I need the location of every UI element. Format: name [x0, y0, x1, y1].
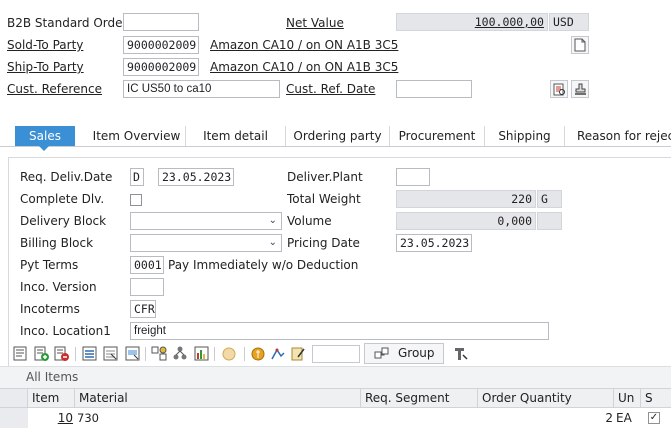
row-selector[interactable] — [0, 408, 28, 428]
volume-field: 0,000 — [396, 212, 536, 230]
pricing-icon[interactable] — [221, 345, 238, 362]
pyt-terms-description: Pay Immediately w/o Deduction — [168, 258, 359, 272]
toolbar-divider — [145, 347, 146, 361]
text-edit-icon[interactable] — [290, 345, 307, 362]
configuration-icon[interactable] — [151, 345, 168, 362]
items-title-bar: All Items — [0, 366, 671, 389]
unit-cell[interactable]: EA — [616, 408, 641, 428]
stamp-icon[interactable] — [571, 80, 589, 98]
deliver-plant-field[interactable] — [396, 168, 430, 186]
net-value-label: Net Value — [286, 16, 344, 30]
req-segment-cell[interactable] — [361, 408, 478, 428]
incoterms-field[interactable]: CFR — [130, 300, 156, 318]
table-row[interactable]: 10 730 2 EA ✓ — [0, 408, 671, 428]
cust-ref-date-field[interactable] — [396, 80, 472, 98]
total-weight-label: Total Weight — [287, 192, 361, 206]
tab-strip: Sales Item Overview Item detail Ordering… — [0, 124, 671, 147]
select-block-icon[interactable] — [124, 345, 141, 362]
availability-icon[interactable] — [193, 345, 210, 362]
req-deliv-date-field[interactable]: 23.05.2023 — [158, 168, 234, 186]
column-header-material[interactable]: Material — [75, 388, 361, 408]
inco-location-label: Inco. Location1 — [20, 324, 111, 338]
delivery-block-dropdown[interactable]: ⌄ — [130, 212, 282, 230]
group-button-label: Group — [398, 346, 435, 360]
structure-icon[interactable] — [172, 345, 189, 362]
cust-reference-field[interactable]: IC US50 to ca10 — [123, 80, 280, 98]
billing-block-label: Billing Block — [20, 236, 94, 250]
sold-to-label: Sold-To Party — [7, 38, 84, 52]
tab-procurement[interactable]: Procurement — [390, 126, 485, 146]
pricing-date-label: Pricing Date — [287, 236, 360, 250]
volume-unit-field — [537, 212, 562, 230]
complete-dlv-label: Complete Dlv. — [20, 192, 105, 206]
order-number-field[interactable] — [123, 13, 199, 31]
order-quantity-cell[interactable]: 2 — [478, 408, 614, 428]
weight-unit-field: G — [537, 190, 562, 208]
tab-ordering-party[interactable]: Ordering party — [286, 126, 390, 146]
document-icon[interactable] — [571, 36, 589, 54]
delete-row-icon[interactable] — [53, 345, 70, 362]
inco-location-field[interactable]: freight — [130, 322, 549, 340]
billing-block-dropdown[interactable]: ⌄ — [130, 234, 282, 252]
deselect-all-icon[interactable] — [102, 345, 119, 362]
tab-shipping[interactable]: Shipping — [485, 126, 565, 146]
delivery-block-label: Delivery Block — [20, 214, 107, 228]
schedule-lines-icon[interactable] — [270, 345, 287, 362]
net-value-field: 100.000,00 — [396, 13, 548, 31]
toolbar-input[interactable] — [312, 345, 360, 363]
cust-reference-label: Cust. Reference — [7, 82, 102, 96]
display-document-icon[interactable] — [550, 80, 568, 98]
toolbar-divider — [214, 347, 215, 361]
incoterms-label: Incoterms — [20, 302, 80, 316]
insert-row-icon[interactable] — [33, 345, 50, 362]
sold-to-description[interactable]: Amazon CA10 / on ON A1B 3C5 — [210, 38, 398, 52]
item-number[interactable]: 10 — [28, 408, 75, 428]
items-title: All Items — [26, 370, 79, 384]
details-icon[interactable] — [12, 345, 29, 362]
pyt-terms-label: Pyt Terms — [20, 258, 79, 272]
tab-sales[interactable]: Sales — [15, 126, 75, 146]
tools-icon[interactable] — [452, 345, 469, 362]
column-header-order-quantity[interactable]: Order Quantity — [478, 388, 614, 408]
inco-version-label: Inco. Version — [20, 280, 97, 294]
material-cell[interactable]: 730 — [77, 408, 361, 428]
chevron-down-icon: ⌄ — [268, 215, 277, 226]
complete-dlv-checkbox[interactable] — [130, 194, 142, 206]
deliver-plant-label: Deliver.Plant — [287, 170, 363, 184]
column-header-unit[interactable]: Un — [614, 388, 641, 408]
group-icon — [374, 346, 390, 364]
pricing-date-field[interactable]: 23.05.2023 — [396, 234, 472, 252]
req-deliv-date-label: Req. Deliv.Date — [20, 170, 113, 184]
column-header-req-segment[interactable]: Req. Segment — [361, 388, 478, 408]
tab-item-detail[interactable]: Item detail — [186, 126, 286, 146]
order-type-label: B2B Standard Order — [7, 16, 128, 30]
toolbar-divider — [75, 347, 76, 361]
volume-label: Volume — [287, 214, 332, 228]
column-header-status[interactable]: S — [641, 388, 671, 408]
tab-reason-for-rejection[interactable]: Reason for rejection — [565, 126, 671, 146]
ship-to-label: Ship-To Party — [7, 60, 84, 74]
pyt-terms-field[interactable]: 0001 — [130, 256, 164, 274]
sold-to-field[interactable]: 9000002009 — [123, 36, 199, 54]
tab-item-overview[interactable]: Item Overview — [88, 126, 186, 146]
group-button[interactable]: Group — [364, 343, 444, 364]
column-header-item[interactable]: Item — [28, 388, 75, 408]
inco-version-field[interactable] — [130, 278, 164, 296]
chevron-down-icon: ⌄ — [268, 237, 277, 248]
row-selector-header[interactable] — [0, 388, 28, 408]
toolbar-divider — [244, 347, 245, 361]
ship-to-field[interactable]: 9000002009 — [123, 58, 199, 76]
cust-ref-date-label: Cust. Ref. Date — [286, 82, 376, 96]
conditions-icon[interactable] — [250, 345, 267, 362]
date-format-field[interactable]: D — [130, 168, 144, 186]
status-checkbox[interactable]: ✓ — [648, 412, 660, 424]
select-all-icon[interactable] — [81, 345, 98, 362]
total-weight-field: 220 — [396, 190, 536, 208]
active-tab-indicator — [39, 146, 49, 151]
currency-field: USD — [549, 13, 589, 31]
ship-to-description[interactable]: Amazon CA10 / on ON A1B 3C5 — [210, 60, 398, 74]
